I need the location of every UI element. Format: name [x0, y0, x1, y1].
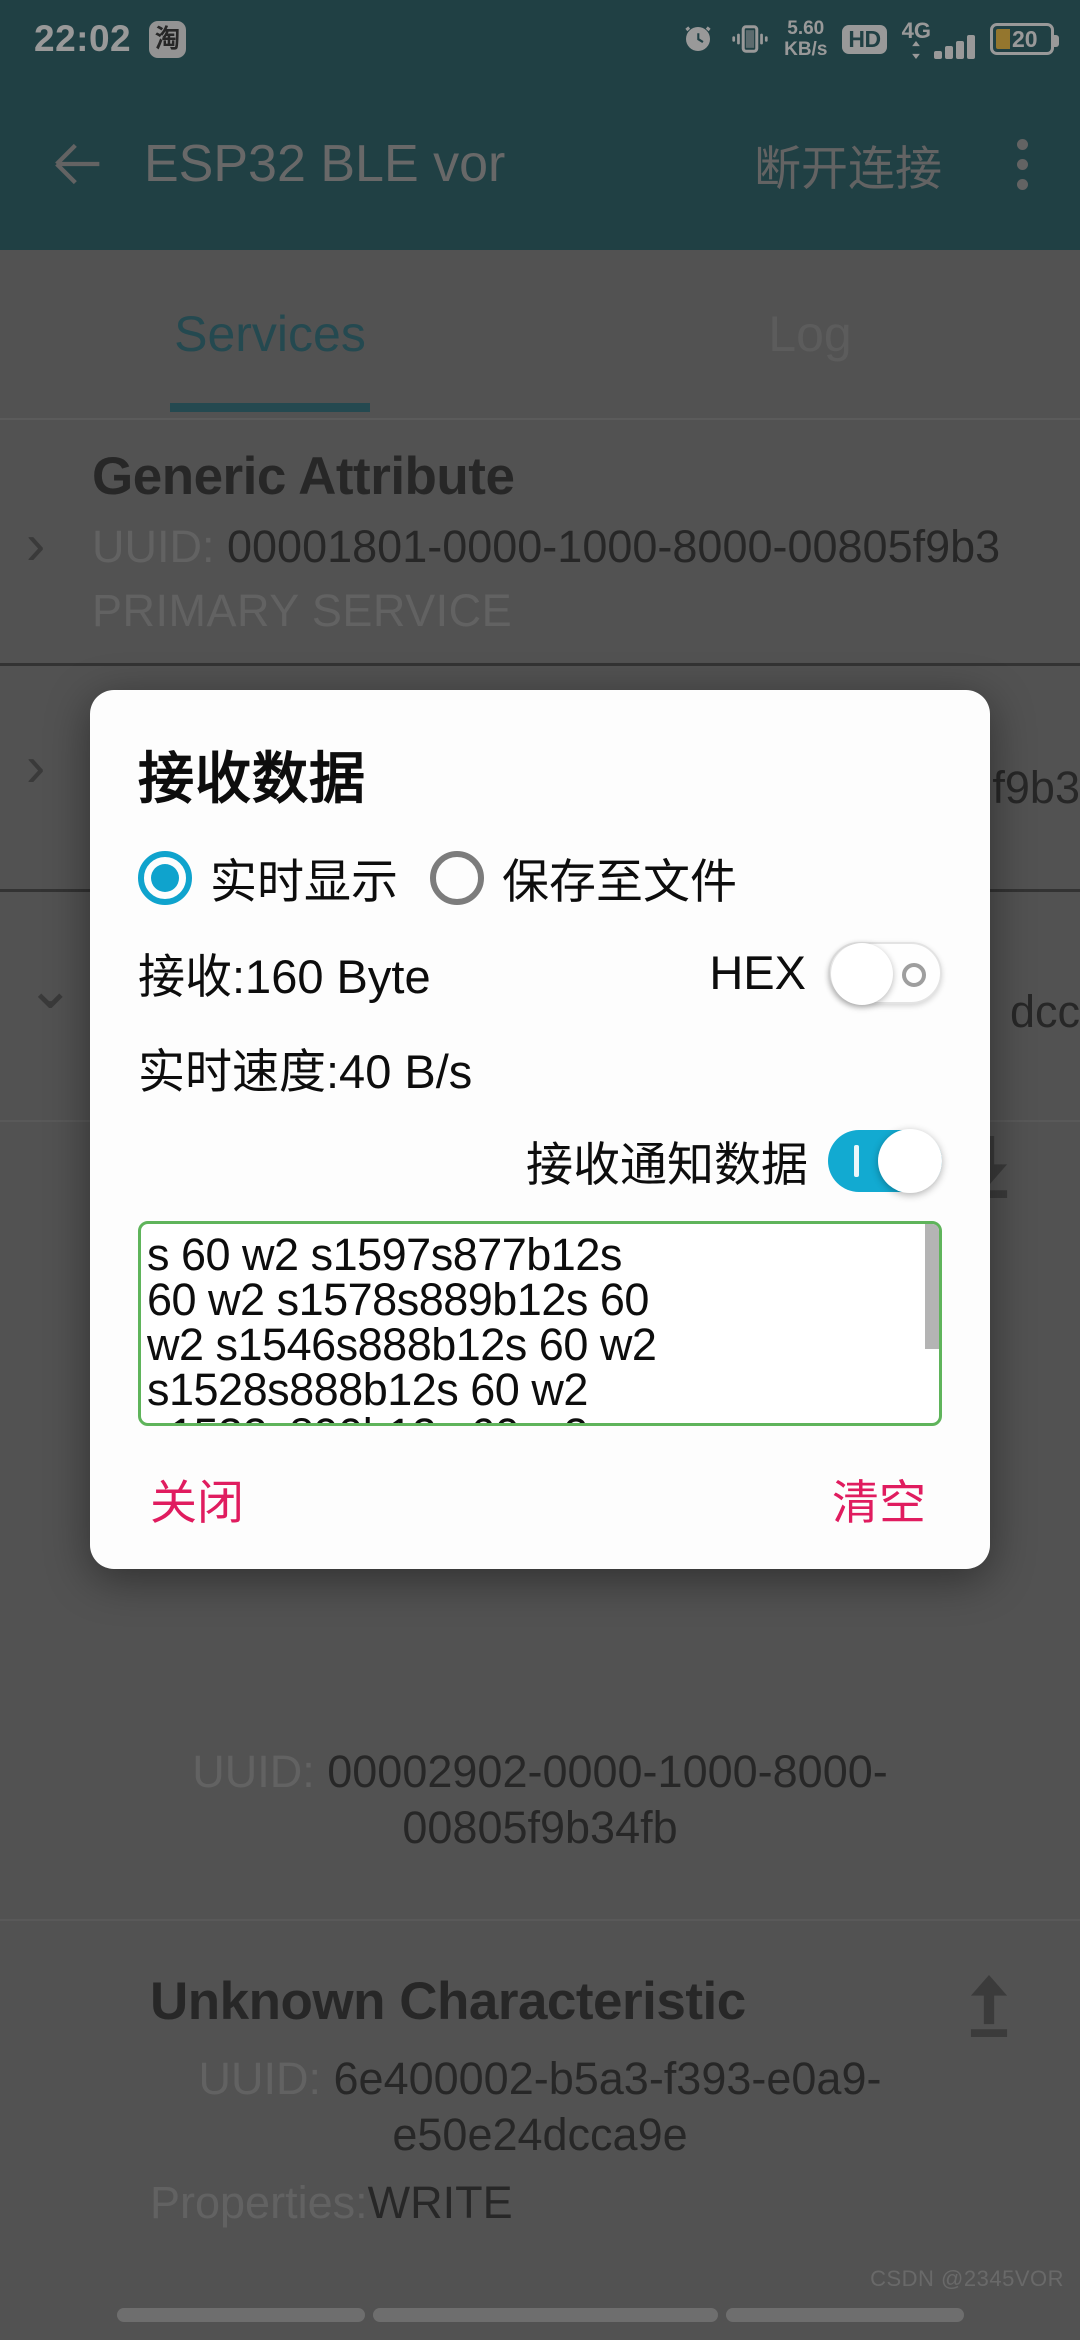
- radio-unselected-icon[interactable]: [430, 850, 484, 905]
- receive-data-dialog: 接收数据 实时显示 保存至文件 接收:160 Byte HEX 实时速度:40 …: [90, 690, 990, 1569]
- toggle-off-indicator-icon: [902, 962, 926, 987]
- received-data-textarea[interactable]: s 60 w2 s1597s877b12s 60 w2 s1578s889b12…: [138, 1221, 942, 1426]
- radio-label: 实时显示: [210, 855, 398, 908]
- dialog-title: 接收数据: [138, 747, 366, 810]
- toggle-knob: [831, 942, 893, 1005]
- realtime-speed-row: 实时速度:40 B/s: [138, 1033, 942, 1102]
- hex-toggle[interactable]: [828, 941, 942, 1005]
- received-data-text: s 60 w2 s1597s877b12s 60 w2 s1578s889b12…: [147, 1229, 657, 1423]
- notify-toggle[interactable]: [828, 1128, 942, 1193]
- toggle-knob: [878, 1128, 942, 1193]
- radio-label: 保存至文件: [502, 855, 737, 908]
- radio-realtime-display[interactable]: 实时显示: [138, 843, 398, 912]
- received-bytes-row: 接收:160 Byte HEX: [138, 938, 942, 1007]
- hex-toggle-group: HEX: [709, 941, 942, 1005]
- close-button[interactable]: 关闭: [150, 1464, 244, 1533]
- radio-selected-icon[interactable]: [138, 850, 192, 905]
- dialog-actions: 关闭 清空: [138, 1464, 942, 1539]
- toggle-on-indicator-icon: [854, 1144, 859, 1177]
- realtime-speed-text: 实时速度:40 B/s: [138, 1045, 473, 1098]
- notify-toggle-group: 接收通知数据: [138, 1126, 942, 1195]
- scrollbar-thumb[interactable]: [925, 1224, 939, 1349]
- clear-button[interactable]: 清空: [832, 1464, 926, 1533]
- radio-save-to-file[interactable]: 保存至文件: [430, 843, 737, 912]
- hex-label: HEX: [709, 946, 806, 999]
- received-bytes-text: 接收:160 Byte: [138, 950, 431, 1003]
- display-mode-radio-group: 实时显示 保存至文件: [138, 843, 942, 912]
- notify-label: 接收通知数据: [526, 1138, 808, 1191]
- textarea-scrollbar[interactable]: [925, 1224, 939, 1423]
